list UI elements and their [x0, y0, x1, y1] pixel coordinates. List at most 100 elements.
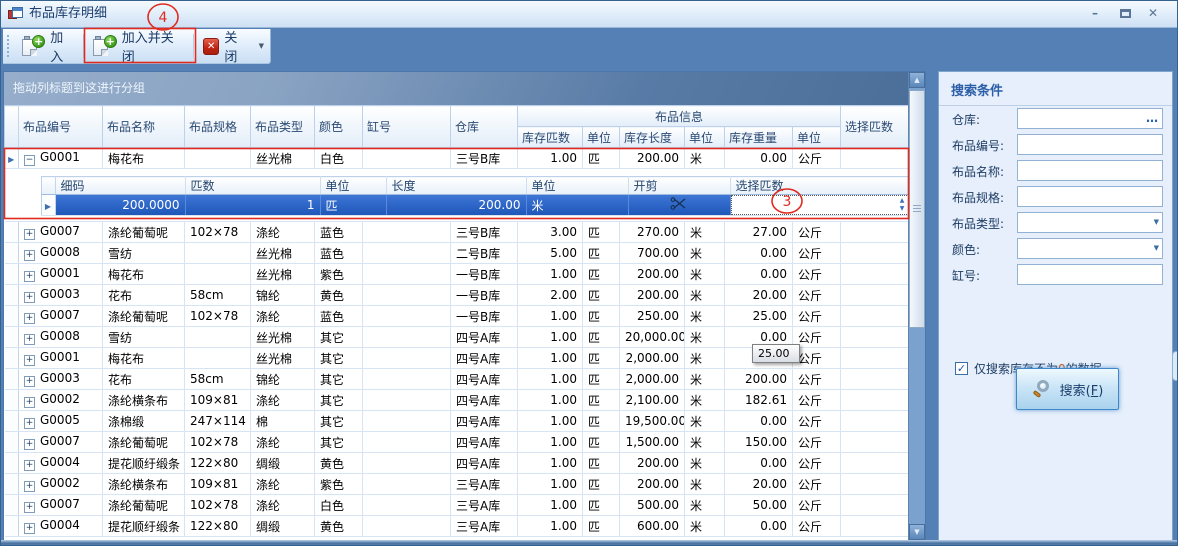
cut-button[interactable] — [628, 195, 730, 216]
add-button[interactable]: + 加入 — [15, 30, 83, 63]
scroll-down-button[interactable]: ▼ — [909, 524, 925, 540]
expander-icon[interactable]: + — [24, 313, 35, 324]
spin-up-button[interactable]: ▲ — [900, 198, 905, 204]
select-pieces-editor[interactable]: ▲ ▼ — [731, 195, 910, 215]
table-row[interactable]: +G0003 花布 58cm 锦纶 黄色 一号B库 2.00 匹 200.00 … — [5, 285, 910, 306]
splitter-grip[interactable] — [1172, 351, 1178, 381]
search-field-input[interactable]: ▼ — [1017, 212, 1163, 233]
expander-icon[interactable]: + — [24, 418, 35, 429]
table-row[interactable]: +G0005 涤棉缎 247×114 棉 其它 四号A库 1.00 匹 19,5… — [5, 411, 910, 432]
search-field-input[interactable] — [1017, 160, 1163, 181]
column-group-fabric-info[interactable]: 布品信息 — [518, 106, 841, 127]
expander-icon[interactable]: + — [24, 334, 35, 345]
column-header-stock-length[interactable]: 库存长度 — [620, 127, 685, 148]
cell-code: G0002 — [40, 476, 80, 490]
close-window-button[interactable]: ✕ — [1141, 5, 1165, 23]
table-row[interactable]: +G0007 涤纶葡萄呢 102×78 涤纶 蓝色 三号B库 3.00 匹 27… — [5, 222, 910, 243]
expander-icon[interactable]: + — [24, 523, 35, 534]
dropdown-arrow-icon[interactable]: ▼ — [1154, 239, 1159, 258]
table-row[interactable]: ▶ −G0001 梅花布 丝光棉 白色 三号B库 1.00 匹 200.00 米… — [5, 148, 910, 169]
search-field-input[interactable]: … — [1017, 108, 1163, 129]
column-header-code[interactable]: 布品编号 — [19, 106, 103, 148]
detail-header-unit2[interactable]: 单位 — [526, 177, 628, 195]
detail-header-pieces[interactable]: 匹数 — [185, 177, 320, 195]
group-by-panel[interactable]: 拖动列标题到这进行分组 — [4, 72, 908, 105]
maximize-button[interactable] — [1113, 5, 1137, 23]
table-row[interactable]: +G0002 涤纶横条布 109×81 涤纶 紫色 三号A库 1.00 匹 20… — [5, 474, 910, 495]
cell-select-pieces[interactable] — [841, 369, 909, 390]
cell-select-pieces[interactable] — [841, 411, 909, 432]
cell-select-pieces[interactable] — [841, 285, 909, 306]
expander-icon[interactable]: + — [24, 481, 35, 492]
close-dropdown-caret[interactable]: ▼ — [257, 42, 270, 50]
column-header-warehouse[interactable]: 仓库 — [451, 106, 518, 148]
table-row[interactable]: +G0002 涤纶横条布 109×81 涤纶 其它 四号A库 1.00 匹 2,… — [5, 390, 910, 411]
expander-icon[interactable]: + — [24, 460, 35, 471]
expander-icon[interactable]: + — [24, 397, 35, 408]
column-header-name[interactable]: 布品名称 — [103, 106, 185, 148]
column-header-type[interactable]: 布品类型 — [251, 106, 315, 148]
search-field-input[interactable] — [1017, 186, 1163, 207]
table-row[interactable]: +G0001 梅花布 丝光棉 紫色 一号B库 1.00 匹 200.00 米 0… — [5, 264, 910, 285]
search-field-input[interactable] — [1017, 134, 1163, 155]
cell-select-pieces[interactable] — [841, 264, 909, 285]
detail-header-length[interactable]: 长度 — [386, 177, 526, 195]
column-header-stock-weight[interactable]: 库存重量 — [725, 127, 793, 148]
table-row[interactable]: +G0003 花布 58cm 锦纶 其它 四号A库 1.00 匹 2,000.0… — [5, 369, 910, 390]
column-header-unit3[interactable]: 单位 — [793, 127, 841, 148]
column-header-batch[interactable]: 缸号 — [363, 106, 451, 148]
column-header-select-pieces[interactable]: 选择匹数 — [841, 106, 909, 148]
cell-select-pieces[interactable] — [841, 306, 909, 327]
table-row[interactable]: +G0008 雪纺 丝光棉 蓝色 二号B库 5.00 匹 700.00 米 0.… — [5, 243, 910, 264]
expander-icon[interactable]: − — [24, 155, 35, 166]
expander-icon[interactable]: + — [24, 502, 35, 513]
cell-select-pieces[interactable] — [841, 474, 909, 495]
vertical-scrollbar[interactable]: ▲ ▼ — [908, 72, 925, 540]
table-row[interactable]: +G0007 涤纶葡萄呢 102×78 涤纶 蓝色 一号B库 1.00 匹 25… — [5, 306, 910, 327]
expander-icon[interactable]: + — [24, 439, 35, 450]
add-and-close-button[interactable]: + 加入并关闭 — [86, 30, 191, 63]
cell-select-pieces[interactable] — [841, 148, 909, 169]
toolbar-grip[interactable] — [7, 35, 10, 57]
scrollbar-thumb[interactable] — [909, 90, 925, 328]
expander-icon[interactable]: + — [24, 355, 35, 366]
checkbox-checked-icon[interactable]: ✓ — [955, 362, 968, 375]
cell-select-pieces[interactable] — [841, 495, 909, 516]
expander-icon[interactable]: + — [24, 376, 35, 387]
cell-select-pieces[interactable] — [841, 243, 909, 264]
cell-select-pieces[interactable] — [841, 432, 909, 453]
spin-down-button[interactable]: ▼ — [900, 206, 905, 212]
expander-icon[interactable]: + — [24, 292, 35, 303]
expander-icon[interactable]: + — [24, 250, 35, 261]
column-header-color[interactable]: 颜色 — [315, 106, 363, 148]
scroll-up-button[interactable]: ▲ — [909, 72, 925, 88]
table-row[interactable]: +G0004 提花顺纡缎条 122×80 绸缎 黄色 三号A库 1.00 匹 6… — [5, 516, 910, 537]
detail-header-fine-code[interactable]: 细码 — [55, 177, 185, 195]
column-header-unit1[interactable]: 单位 — [583, 127, 620, 148]
column-header-spec[interactable]: 布品规格 — [185, 106, 251, 148]
detail-header-select-pieces[interactable]: 选择匹数 — [730, 177, 909, 195]
expander-icon[interactable]: + — [24, 229, 35, 240]
column-header-unit2[interactable]: 单位 — [685, 127, 725, 148]
detail-row[interactable]: ▶ 200.0000 1 匹 200.00 米 — [41, 195, 909, 216]
detail-header-unit1[interactable]: 单位 — [320, 177, 386, 195]
search-button[interactable]: 搜索(F) — [1016, 368, 1119, 410]
table-row[interactable]: +G0007 涤纶葡萄呢 102×78 涤纶 白色 三号A库 1.00 匹 50… — [5, 495, 910, 516]
expander-icon[interactable]: + — [24, 271, 35, 282]
cell-select-pieces[interactable] — [841, 327, 909, 348]
table-row[interactable]: +G0007 涤纶葡萄呢 102×78 涤纶 其它 四号A库 1.00 匹 1,… — [5, 432, 910, 453]
cell-select-pieces[interactable] — [841, 516, 909, 537]
cell-select-pieces[interactable] — [841, 453, 909, 474]
cell-select-pieces[interactable] — [841, 348, 909, 369]
cell-select-pieces[interactable] — [841, 390, 909, 411]
search-field-input[interactable]: ▼ — [1017, 238, 1163, 259]
close-button[interactable]: ✕ 关闭 — [196, 30, 257, 63]
dropdown-arrow-icon[interactable]: ▼ — [1154, 213, 1159, 232]
table-row[interactable]: +G0004 提花顺纡缎条 122×80 绸缎 黄色 四号A库 1.00 匹 2… — [5, 453, 910, 474]
ellipsis-button[interactable]: … — [1146, 109, 1159, 128]
cell-select-pieces[interactable] — [841, 222, 909, 243]
detail-header-cut[interactable]: 开剪 — [628, 177, 730, 195]
search-field-input[interactable] — [1017, 264, 1163, 285]
minimize-button[interactable]: – — [1083, 5, 1107, 23]
column-header-stock-pieces[interactable]: 库存匹数 — [518, 127, 583, 148]
